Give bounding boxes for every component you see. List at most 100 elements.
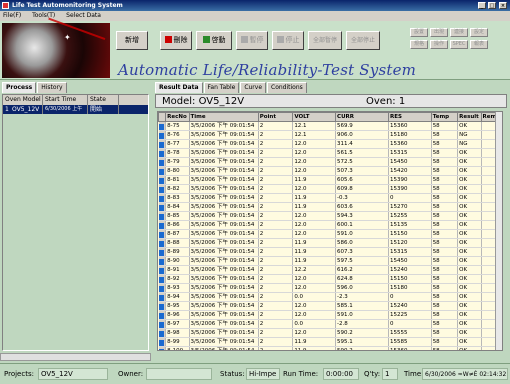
close-button[interactable]: ×: [499, 2, 507, 9]
add-button[interactable]: 新增: [116, 31, 148, 50]
table-cell: 12.2: [292, 265, 337, 275]
table-row[interactable]: 8-81 3/5/2006 下午 09:01:54 2 11.9 605.6 15390 5…: [158, 175, 502, 185]
table-row[interactable]: 8-77 3/5/2006 下午 09:01:54 2 12.0 311.4 15360 5…: [158, 139, 502, 149]
table-cell: 2: [258, 319, 294, 329]
table-cell: 58: [431, 184, 459, 194]
row-indicator-icon: [158, 346, 167, 350]
table-cell: 8-76: [165, 130, 190, 140]
table-cell: 561.5: [335, 148, 389, 158]
table-cell: 3/5/2006 下午 09:01:54: [189, 301, 259, 311]
table-cell: 3/5/2006 下午 09:01:54: [189, 148, 259, 158]
small-button-6[interactable]: 操作: [430, 40, 448, 49]
tab-curve[interactable]: Curve: [240, 82, 267, 93]
table-cell: 58: [431, 337, 459, 347]
table-row[interactable]: 8-84 3/5/2006 下午 09:01:54 2 11.9 603.6 15270 5…: [158, 202, 502, 212]
tab-process[interactable]: Process: [2, 82, 37, 93]
play-icon: [202, 36, 210, 43]
maximize-button[interactable]: □: [488, 2, 496, 9]
table-row[interactable]: 8-87 3/5/2006 下午 09:01:54 2 12.0 591.0 15150 5…: [158, 229, 502, 239]
runtime-value: 0:00:00: [323, 368, 359, 380]
row-indicator-icon: [158, 310, 167, 320]
table-row[interactable]: 8-78 3/5/2006 下午 09:01:54 2 12.0 561.5 15315 5…: [158, 148, 502, 158]
table-row[interactable]: 8-76 3/5/2006 下午 09:01:54 2 12.1 906.0 15180 5…: [158, 130, 502, 140]
table-row[interactable]: 8-98 3/5/2006 下午 09:01:54 2 12.0 590.2 15555 5…: [158, 328, 502, 338]
col-time[interactable]: Time: [188, 112, 259, 122]
table-row[interactable]: 8-91 3/5/2006 下午 09:01:54 2 12.2 616.2 15240 5…: [158, 265, 502, 275]
small-button-5[interactable]: 規格: [410, 40, 428, 49]
menu-file[interactable]: File(F): [3, 12, 21, 19]
start-button[interactable]: 啓動: [196, 31, 232, 50]
table-row[interactable]: 8-89 3/5/2006 下午 09:01:54 2 11.9 607.3 15315 5…: [158, 247, 502, 257]
col-state[interactable]: State: [88, 95, 119, 105]
small-button-3[interactable]: 連接: [450, 28, 468, 37]
menu-select-data[interactable]: Select Data: [66, 12, 101, 19]
table-cell: 0: [388, 319, 432, 329]
tab-conditions[interactable]: Conditions: [267, 82, 307, 93]
table-row[interactable]: 8-95 3/5/2006 下午 09:01:54 2 12.0 585.1 15240 5…: [158, 301, 502, 311]
col-oven-model[interactable]: Oven Model: [3, 95, 43, 105]
table-row[interactable]: 8-79 3/5/2006 下午 09:01:54 2 12.0 572.5 15450 5…: [158, 157, 502, 167]
table-row[interactable]: 8-88 3/5/2006 下午 09:01:54 2 11.9 586.0 15120 5…: [158, 238, 502, 248]
table-cell: 0: [388, 193, 432, 203]
table-row[interactable]: 8-92 3/5/2006 下午 09:01:54 2 12.0 624.8 15150 5…: [158, 274, 502, 284]
pause-button[interactable]: 暫停: [236, 31, 268, 50]
table-cell: 311.4: [335, 139, 389, 149]
all-stop-button[interactable]: 全部停止: [346, 31, 380, 50]
small-button-2[interactable]: 出現: [430, 28, 448, 37]
table-row[interactable]: 8-85 3/5/2006 下午 09:01:54 2 12.0 594.3 15255 5…: [158, 211, 502, 221]
row-indicator-icon: [158, 256, 167, 266]
delete-button[interactable]: 刪除: [160, 31, 192, 50]
table-cell: 2: [258, 247, 294, 257]
table-row[interactable]: 8-83 3/5/2006 下午 09:01:54 2 11.9 -0.3 0 58 OK: [158, 193, 502, 203]
stop-button[interactable]: 停止: [272, 31, 304, 50]
small-button-7[interactable]: SPEC: [450, 40, 468, 49]
table-row[interactable]: 8-80 3/5/2006 下午 09:01:54 2 12.0 507.3 15420 5…: [158, 166, 502, 176]
grid-vertical-scrollbar[interactable]: [495, 112, 502, 350]
table-cell: 2: [258, 139, 294, 149]
row-indicator-icon: [158, 292, 167, 302]
full-pause-button[interactable]: 全部暫停: [308, 31, 342, 50]
col-start-time[interactable]: Start Time: [43, 95, 88, 105]
table-row[interactable]: 8-96 3/5/2006 下午 09:01:54 2 12.0 591.0 15225 5…: [158, 310, 502, 320]
col-result[interactable]: Result: [457, 112, 482, 122]
table-row[interactable]: 8-100 3/5/2006 下午 09:01:54 2 11.9 590.2 15360…: [158, 346, 502, 350]
tab-fan-table[interactable]: Fan Table: [203, 82, 240, 93]
pause-icon: [240, 36, 248, 43]
projects-label: Projects:: [4, 370, 34, 378]
row-indicator-icon: [158, 121, 167, 131]
col-point[interactable]: Point: [257, 112, 294, 122]
tab-history[interactable]: History: [37, 82, 67, 93]
minimize-button[interactable]: _: [478, 2, 486, 9]
table-row[interactable]: 8-94 3/5/2006 下午 09:01:54 2 0.0 -2.3 0 58 OK: [158, 292, 502, 302]
oven-row[interactable]: 1 OV5_12V 6/30/2006 上午 開始: [3, 105, 148, 114]
col-curr[interactable]: CURR: [335, 112, 389, 122]
table-row[interactable]: 8-93 3/5/2006 下午 09:01:54 2 12.0 596.0 15180 5…: [158, 283, 502, 293]
table-row[interactable]: 8-99 3/5/2006 下午 09:01:54 2 11.9 595.1 15585 5…: [158, 337, 502, 347]
col-res[interactable]: RES: [387, 112, 432, 122]
table-row[interactable]: 8-82 3/5/2006 下午 09:01:54 2 12.0 609.8 15390 5…: [158, 184, 502, 194]
left-horizontal-scrollbar[interactable]: [0, 353, 151, 361]
table-cell: 3/5/2006 下午 09:01:54: [189, 337, 259, 347]
table-row[interactable]: 8-90 3/5/2006 下午 09:01:54 2 11.9 597.5 15450 5…: [158, 256, 502, 266]
small-button-1[interactable]: 設置: [410, 28, 428, 37]
tab-result-data[interactable]: Result Data: [155, 82, 203, 93]
col-volt[interactable]: VOLT: [292, 112, 337, 122]
table-cell: 15270: [388, 202, 432, 212]
table-cell: 11.9: [292, 202, 337, 212]
table-row[interactable]: 8-75 3/5/2006 下午 09:01:54 2 12.1 569.9 15360 5…: [158, 121, 502, 131]
table-cell: 3/5/2006 下午 09:01:54: [189, 247, 259, 257]
table-cell: 8-96: [165, 310, 190, 320]
table-cell: 15150: [388, 274, 432, 284]
small-button-8[interactable]: 報表: [470, 40, 488, 49]
table-row[interactable]: 8-86 3/5/2006 下午 09:01:54 2 12.0 600.1 15135 5…: [158, 220, 502, 230]
table-cell: 8-100: [165, 346, 190, 350]
col-temp[interactable]: Temp: [430, 112, 459, 122]
window-title: Life Test Automonitoring System: [12, 2, 123, 9]
table-row[interactable]: 8-97 3/5/2006 下午 09:01:54 2 0.0 -2.8 0 58 OK: [158, 319, 502, 329]
col-recno[interactable]: RecNo: [165, 112, 190, 122]
table-cell: OK: [457, 238, 482, 248]
table-cell: 2: [258, 256, 294, 266]
table-cell: 3/5/2006 下午 09:01:54: [189, 265, 259, 275]
small-button-4[interactable]: 設定: [470, 28, 488, 37]
table-cell: 8-85: [165, 211, 190, 221]
